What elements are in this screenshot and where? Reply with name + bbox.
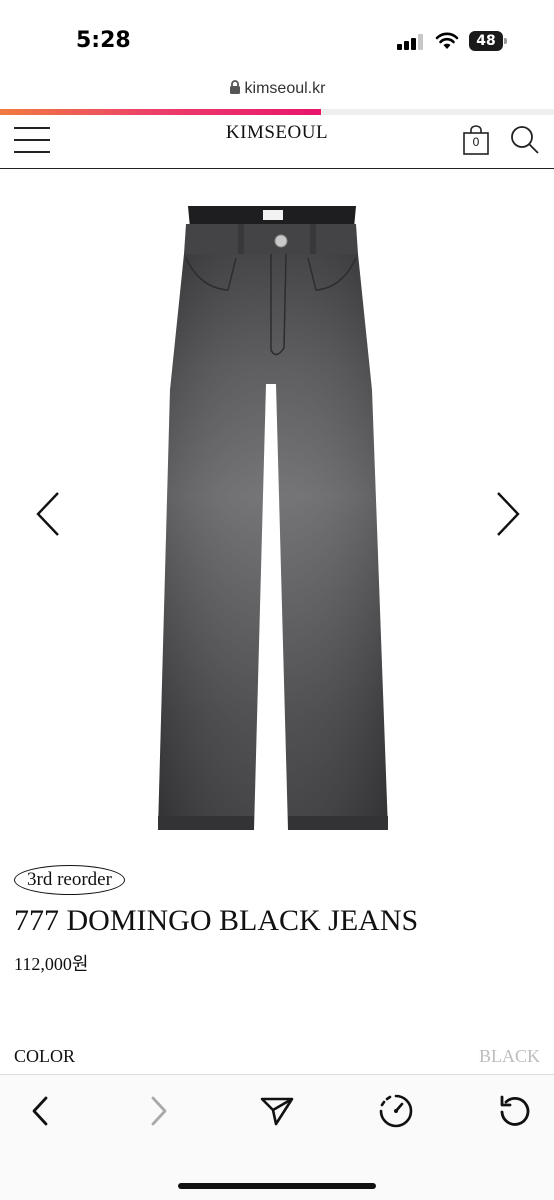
- lock-icon: [229, 80, 240, 94]
- site-header: KIMSEOUL 0: [0, 115, 554, 169]
- jeans-image: [158, 206, 388, 830]
- color-option-row[interactable]: COLOR BLACK: [0, 1046, 554, 1072]
- reorder-badge: 3rd reorder: [14, 865, 125, 895]
- gauge-icon: [379, 1094, 413, 1128]
- cart-count: 0: [472, 135, 480, 149]
- battery-icon: 48: [469, 31, 507, 51]
- product-image[interactable]: [0, 170, 554, 850]
- cellular-signal-icon: [397, 34, 425, 50]
- back-button[interactable]: [20, 1091, 60, 1131]
- chevron-left-icon[interactable]: [34, 490, 62, 538]
- forward-button[interactable]: [139, 1091, 179, 1131]
- reload-icon: [500, 1095, 530, 1126]
- status-bar: 5:28 48: [0, 0, 554, 80]
- color-label: COLOR: [14, 1046, 76, 1066]
- wifi-icon: [435, 32, 459, 49]
- speed-button[interactable]: [376, 1091, 416, 1131]
- forward-icon: [151, 1096, 167, 1126]
- search-icon[interactable]: [510, 125, 540, 155]
- cart-button[interactable]: 0: [463, 125, 489, 155]
- battery-level: 48: [469, 31, 503, 51]
- url-text: kimseoul.kr: [244, 80, 326, 97]
- chevron-right-icon[interactable]: [494, 490, 522, 538]
- product-name: 777 DOMINGO BLACK JEANS: [14, 904, 419, 937]
- back-icon: [32, 1096, 48, 1126]
- color-value[interactable]: BLACK: [479, 1046, 540, 1067]
- product-price: 112,000원: [14, 954, 89, 974]
- send-icon: [260, 1097, 294, 1126]
- reload-button[interactable]: [495, 1091, 535, 1131]
- browser-toolbar: [0, 1074, 554, 1200]
- status-time: 5:28: [76, 28, 131, 53]
- address-bar[interactable]: kimseoul.kr: [0, 80, 554, 104]
- home-indicator[interactable]: [178, 1183, 376, 1189]
- share-button[interactable]: [257, 1091, 297, 1131]
